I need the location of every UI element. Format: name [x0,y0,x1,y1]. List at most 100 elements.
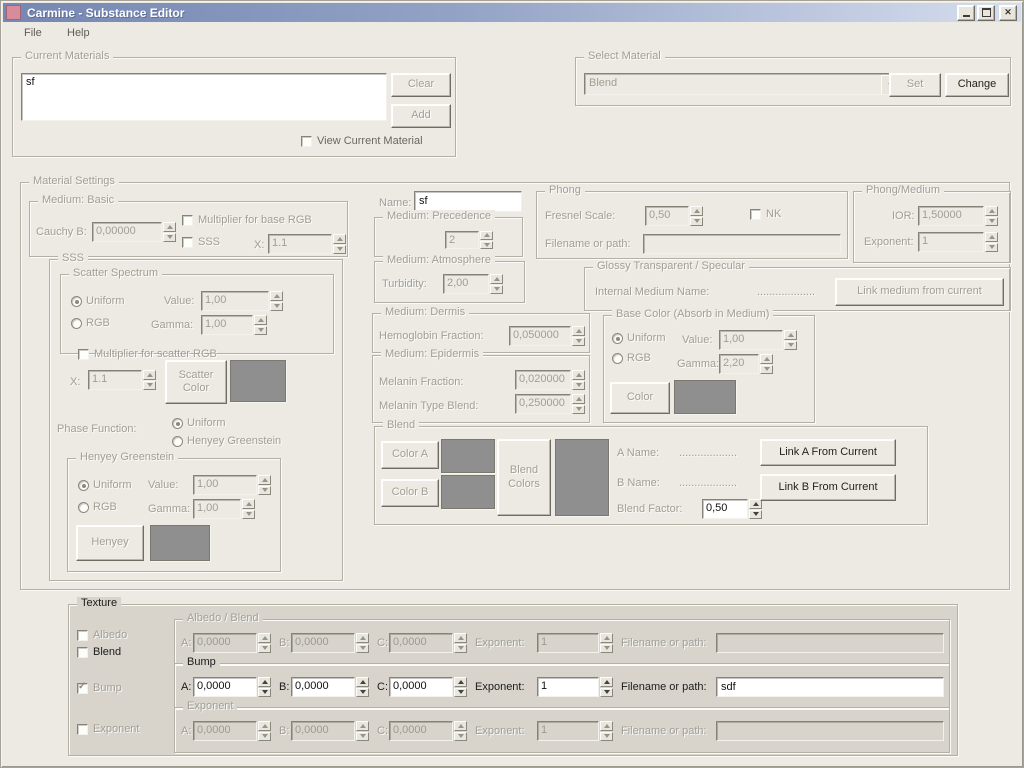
spin-down-button[interactable] [600,688,613,698]
spin-down-button [760,365,773,375]
blend-caption: Blend [383,419,419,431]
material-dropdown-value: Blend [589,77,617,89]
bump-a-spinner[interactable]: 0,0000 [193,677,271,697]
view-current-material-label: View Current Material [317,135,423,147]
arrow-down-icon [246,512,252,516]
arrow-up-icon [788,333,794,337]
spinner-value: 0,0000 [291,633,355,653]
spin-down-button[interactable] [749,510,762,520]
spinner-buttons [356,677,369,697]
exponent-b-spinner: 0,0000 [291,721,369,741]
phase-uniform-radio [172,418,183,429]
albedo-checkbox-label: Albedo [93,629,127,641]
arrow-up-icon [694,209,700,213]
minimize-button[interactable] [957,5,975,21]
spin-up-button[interactable] [258,677,271,687]
bump-c-spinner[interactable]: 0,0000 [389,677,467,697]
bump-checkbox-label: Bump [93,682,122,694]
medium-dermis-caption: Medium: Dermis [381,306,469,318]
spin-down-button [572,381,585,391]
material-list-item[interactable]: sf [22,74,386,90]
exponent-checkbox-label: Exponent [93,723,139,735]
blend-factor-label: Blend Factor: [617,503,682,515]
link-b-from-current-button[interactable]: Link B From Current [760,474,896,501]
arrow-down-icon [262,646,268,650]
hg-uniform-label: Uniform [93,479,132,491]
medium-dermis-group: Medium: Dermis Hemoglobin Fraction: 0,05… [372,313,590,353]
blend-checkbox[interactable] [77,647,88,658]
medium-precedence-group: Medium: Precedence 2 [374,217,523,257]
spin-down-button[interactable] [356,688,369,698]
spinner-value: 0,0000 [291,677,355,697]
spin-down-button [600,644,613,654]
bump-b-spinner[interactable]: 0,0000 [291,677,369,697]
spin-up-button [572,326,585,336]
henyey-greenstein-group: Henyey Greenstein Uniform Value: 1,00 RG… [67,458,281,572]
material-settings-caption: Material Settings [29,175,119,187]
spinner-value: 0,0000 [389,721,453,741]
scatter-value-spinner: 1,00 [201,291,283,311]
spin-down-button [454,732,467,742]
precedence-spinner: 2 [445,231,493,249]
arrow-up-icon [576,397,582,401]
spinner-value: 1,00 [193,475,257,495]
fresnel-scale-label: Fresnel Scale: [545,210,615,222]
b-label: B: [279,725,289,737]
close-button[interactable]: ✕ [999,5,1017,21]
name-input[interactable]: sf [414,191,522,212]
blend-checkbox-label: Blend [93,646,121,658]
phong-filename-label: Filename or path: [545,238,631,250]
link-a-from-current-button[interactable]: Link A From Current [760,439,896,466]
spin-up-button[interactable] [454,677,467,687]
spin-down-button [163,233,176,243]
blend-colors-button: Blend Colors [497,439,551,516]
materials-listbox[interactable]: sf [21,73,387,121]
spin-up-button [258,633,271,643]
menu-help[interactable]: Help [67,27,90,39]
bump-filename-input[interactable]: sdf [716,677,944,697]
bump-caption: Bump [183,656,220,668]
menu-file[interactable]: File [24,27,42,39]
spinner-value: 0,250000 [515,394,571,414]
name-label: Name: [379,197,411,209]
spin-up-button [480,231,493,240]
arrow-up-icon [262,636,268,640]
spin-up-button [572,394,585,404]
nk-label: NK [766,208,781,220]
multiplier-scatter-rgb-label: Multiplier for scatter RGB [94,348,217,360]
spin-down-button[interactable] [258,688,271,698]
spin-up-button[interactable] [356,677,369,687]
sss-caption: SSS [58,252,88,264]
sss-checkbox [182,237,193,248]
phase-function-label: Phase Function: [57,423,137,435]
blend-factor-spinner[interactable]: 0,50 [702,499,762,519]
exponent-exponent-spinner: 1 [537,721,613,741]
bump-exponent-spinner[interactable]: 1 [537,677,613,697]
arrow-up-icon [604,680,610,684]
spin-down-button [690,217,703,227]
view-current-material-checkbox[interactable] [301,136,312,147]
spinner-value: 1 [537,677,599,697]
spin-down-button [480,241,493,250]
multiplier-base-rgb-checkbox [182,215,193,226]
change-button[interactable]: Change [945,73,1009,97]
albedo-c-spinner: 0,0000 [389,633,467,653]
maximize-button[interactable] [977,5,995,21]
spin-up-button [600,633,613,643]
spin-up-button[interactable] [600,677,613,687]
scatter-rgb-label: RGB [86,317,110,329]
arrow-up-icon [262,724,268,728]
arrow-down-icon [458,646,464,650]
hg-rgb-radio [78,502,89,513]
arrow-down-icon [604,646,610,650]
arrow-down-icon [764,367,770,371]
arrow-down-icon [989,219,995,223]
exponent-row-group: Exponent A: 0,0000 B: 0,0000 C: 0,0000 E… [174,707,950,753]
spin-down-button [784,341,797,351]
spin-up-button [258,475,271,485]
medium-precedence-caption: Medium: Precedence [383,210,495,222]
spinner-buttons [454,633,467,653]
phong-group: Phong Fresnel Scale: 0,50 NK Filename or… [536,191,848,259]
base-uniform-label: Uniform [627,332,666,344]
spin-down-button[interactable] [454,688,467,698]
